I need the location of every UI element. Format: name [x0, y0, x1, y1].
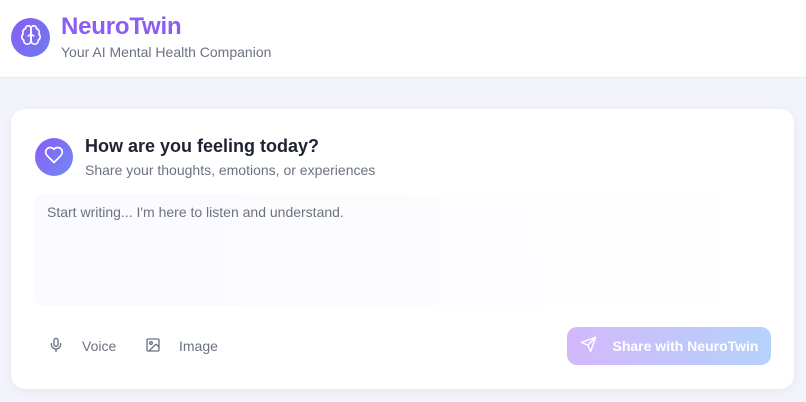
app-subtitle: Your AI Mental Health Companion — [61, 44, 272, 60]
send-icon — [580, 336, 597, 356]
image-icon — [145, 337, 161, 356]
card-title: How are you feeling today? — [85, 136, 320, 156]
image-label: Image — [179, 338, 218, 354]
app-logo — [11, 18, 50, 57]
voice-button[interactable]: Voice — [48, 334, 116, 358]
share-label: Share with NeuroTwin — [612, 338, 759, 354]
microphone-icon — [48, 337, 64, 356]
voice-label: Voice — [82, 338, 117, 354]
image-button[interactable]: Image — [145, 334, 218, 358]
heart-badge — [35, 138, 73, 176]
brain-icon — [20, 24, 42, 51]
journal-card: How are you feeling today? Share your th… — [11, 109, 794, 389]
journal-input[interactable] — [35, 194, 770, 306]
app-title: NeuroTwin — [61, 13, 182, 40]
share-button[interactable]: Share with NeuroTwin — [567, 327, 771, 365]
card-subtitle: Share your thoughts, emotions, or experi… — [85, 162, 376, 178]
heart-icon — [44, 145, 64, 170]
app-header: NeuroTwin Your AI Mental Health Companio… — [0, 0, 806, 78]
